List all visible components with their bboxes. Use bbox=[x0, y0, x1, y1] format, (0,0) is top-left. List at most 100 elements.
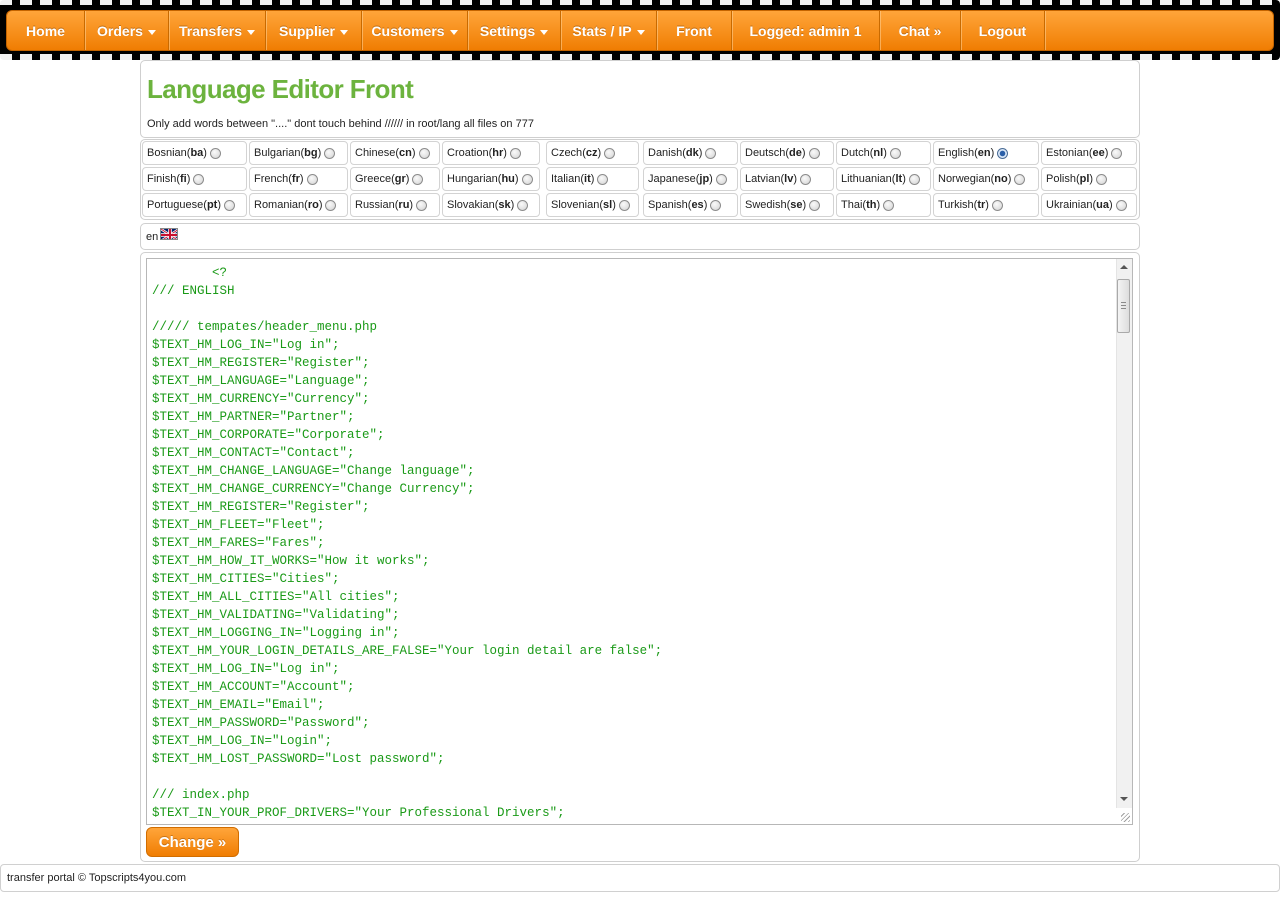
language-radio[interactable] bbox=[517, 199, 529, 211]
nav-item-stats-ip[interactable]: Stats / IP bbox=[561, 11, 657, 50]
code-content[interactable]: <? /// ENGLISH ///// tempates/header_menu.… bbox=[152, 264, 1112, 822]
language-radio[interactable] bbox=[412, 173, 424, 185]
language-option-es[interactable]: Spanish(es) bbox=[643, 193, 738, 217]
language-option-hr[interactable]: Croation(hr) bbox=[442, 141, 540, 165]
language-option-bg[interactable]: Bulgarian(bg) bbox=[249, 141, 348, 165]
language-name: Turkish bbox=[938, 199, 974, 211]
code-line: $TEXT_HM_HOW_IT_WORKS="How it works"; bbox=[152, 554, 430, 568]
language-option-pl[interactable]: Polish(pl) bbox=[1041, 167, 1137, 191]
language-option-nl[interactable]: Dutch(nl) bbox=[836, 141, 931, 165]
language-option-ro[interactable]: Romanian(ro) bbox=[249, 193, 348, 217]
language-radio[interactable] bbox=[809, 199, 821, 211]
resize-handle-icon[interactable] bbox=[1121, 813, 1130, 822]
language-radio[interactable] bbox=[618, 199, 630, 211]
change-button[interactable]: Change » bbox=[146, 827, 239, 857]
language-option-it[interactable]: Italian(it) bbox=[546, 167, 639, 191]
language-option-se[interactable]: Swedish(se) bbox=[740, 193, 834, 217]
language-radio[interactable] bbox=[1111, 147, 1123, 159]
language-radio[interactable] bbox=[883, 199, 895, 211]
scroll-thumb[interactable] bbox=[1117, 279, 1130, 333]
language-option-ua[interactable]: Ukrainian(ua) bbox=[1041, 193, 1137, 217]
caret-down-icon bbox=[340, 29, 348, 35]
language-radio[interactable] bbox=[1115, 199, 1127, 211]
language-radio[interactable] bbox=[193, 173, 205, 185]
code-line: $TEXT_HM_LOG_IN="Login"; bbox=[152, 734, 333, 748]
nav-item-logout[interactable]: Logout bbox=[961, 11, 1045, 50]
language-option-lv[interactable]: Latvian(lv) bbox=[740, 167, 834, 191]
language-radio[interactable] bbox=[908, 173, 920, 185]
scroll-up-arrow-icon[interactable] bbox=[1120, 265, 1128, 269]
editor-scrollbar[interactable] bbox=[1116, 259, 1132, 808]
language-radio[interactable] bbox=[324, 147, 336, 159]
language-option-de[interactable]: Deutsch(de) bbox=[740, 141, 834, 165]
language-name: Polish bbox=[1046, 173, 1076, 185]
language-option-hu[interactable]: Hungarian(hu) bbox=[442, 167, 540, 191]
language-option-en[interactable]: English(en) bbox=[933, 141, 1039, 165]
nav-item-supplier[interactable]: Supplier bbox=[266, 11, 362, 50]
language-code: dk bbox=[685, 147, 699, 159]
nav-item-customers[interactable]: Customers bbox=[362, 11, 468, 50]
code-line: $TEXT_HM_LANGUAGE="Language"; bbox=[152, 374, 370, 388]
language-option-sk[interactable]: Slovakian(sk) bbox=[442, 193, 540, 217]
nav-item-logged-admin-1[interactable]: Logged: admin 1 bbox=[732, 11, 880, 50]
language-option-ee[interactable]: Estonian(ee) bbox=[1041, 141, 1137, 165]
language-radio[interactable] bbox=[306, 173, 318, 185]
language-option-sl[interactable]: Slovenian(sl) bbox=[546, 193, 639, 217]
nav-item-transfers[interactable]: Transfers bbox=[169, 11, 266, 50]
language-radio[interactable] bbox=[224, 199, 235, 211]
language-radio[interactable] bbox=[209, 147, 221, 159]
language-radio[interactable] bbox=[1096, 173, 1108, 185]
language-radio[interactable] bbox=[715, 173, 727, 185]
language-radio[interactable] bbox=[418, 147, 430, 159]
scroll-down-arrow-icon[interactable] bbox=[1120, 797, 1128, 801]
nav-item-home[interactable]: Home bbox=[7, 11, 85, 50]
language-radio[interactable] bbox=[808, 147, 820, 159]
language-radio[interactable] bbox=[325, 199, 337, 211]
language-option-dk[interactable]: Danish(dk) bbox=[643, 141, 738, 165]
language-option-pt[interactable]: Portuguese(pt) bbox=[142, 193, 247, 217]
language-code: tr bbox=[977, 199, 986, 211]
language-radio[interactable] bbox=[521, 173, 533, 185]
code-line: $TEXT_HM_YOUR_LOGIN_DETAILS_ARE_FALSE="Y… bbox=[152, 644, 663, 658]
language-option-ru[interactable]: Russian(ru) bbox=[350, 193, 440, 217]
language-option-no[interactable]: Norwegian(no) bbox=[933, 167, 1039, 191]
nav-item-chat[interactable]: Chat » bbox=[880, 11, 961, 50]
nav-item-label: Supplier bbox=[278, 22, 335, 39]
page-title: Language Editor Front bbox=[147, 74, 414, 104]
language-name: Finish bbox=[147, 173, 177, 185]
language-name: Slovenian bbox=[551, 199, 600, 211]
language-radio[interactable] bbox=[710, 199, 722, 211]
code-line: $TEXT_HM_EMAIL="Email"; bbox=[152, 698, 325, 712]
language-file-textarea[interactable]: <? /// ENGLISH ///// tempates/header_menu.… bbox=[146, 258, 1133, 825]
language-name: French bbox=[254, 173, 289, 185]
language-option-lt[interactable]: Lithuanian(lt) bbox=[836, 167, 931, 191]
language-radio[interactable] bbox=[889, 147, 901, 159]
language-option-tr[interactable]: Turkish(tr) bbox=[933, 193, 1039, 217]
language-option-ba[interactable]: Bosnian(ba) bbox=[142, 141, 247, 165]
language-radio[interactable] bbox=[1014, 173, 1026, 185]
nav-item-settings[interactable]: Settings bbox=[468, 11, 561, 50]
code-line: $TEXT_HM_REGISTER="Register"; bbox=[152, 500, 370, 514]
language-option-cz[interactable]: Czech(cz) bbox=[546, 141, 639, 165]
main-nav: Home Orders Transfers Supplier Customers Sett… bbox=[6, 10, 1274, 51]
language-option-th[interactable]: Thai(th) bbox=[836, 193, 931, 217]
language-radio[interactable] bbox=[991, 199, 1003, 211]
language-option-cn[interactable]: Chinese(cn) bbox=[350, 141, 440, 165]
language-radio[interactable] bbox=[997, 147, 1009, 159]
nav-item-orders[interactable]: Orders bbox=[85, 11, 169, 50]
language-option-gr[interactable]: Greece(gr) bbox=[350, 167, 440, 191]
language-radio[interactable] bbox=[597, 173, 609, 185]
language-code: ru bbox=[398, 199, 410, 211]
language-radio[interactable] bbox=[800, 173, 812, 185]
language-option-fi[interactable]: Finish(fi) bbox=[142, 167, 247, 191]
language-option-jp[interactable]: Japanese(jp) bbox=[643, 167, 738, 191]
language-radio[interactable] bbox=[416, 199, 428, 211]
language-radio[interactable] bbox=[604, 147, 616, 159]
language-radio[interactable] bbox=[705, 147, 717, 159]
current-language-code: en bbox=[146, 231, 159, 243]
nav-item-front[interactable]: Front bbox=[657, 11, 732, 50]
language-option-fr[interactable]: French(fr) bbox=[249, 167, 348, 191]
language-radio[interactable] bbox=[509, 147, 521, 159]
